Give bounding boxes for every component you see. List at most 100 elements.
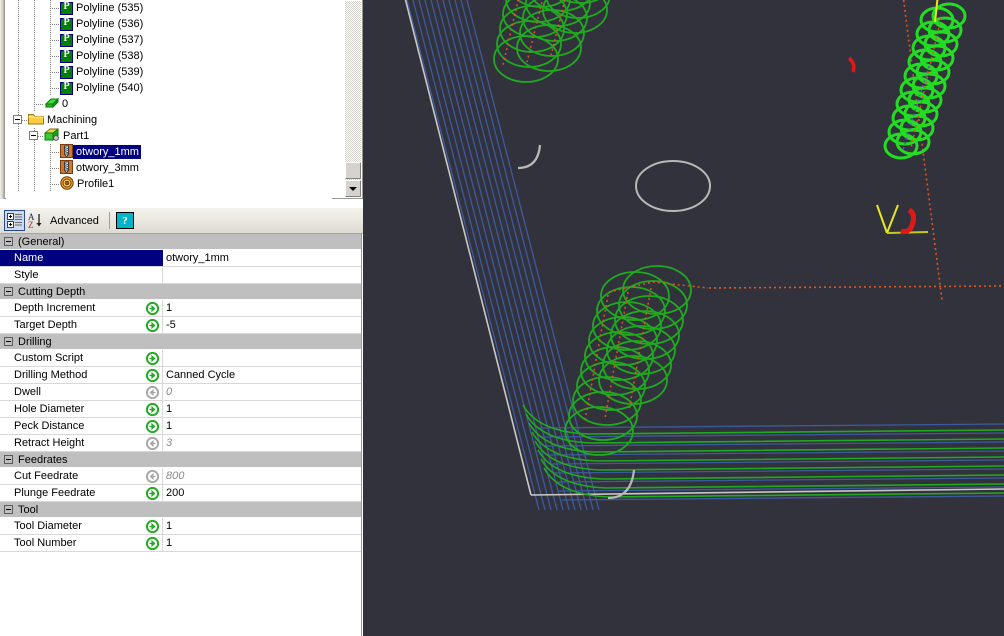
property-name-cell: Peck Distance	[0, 418, 163, 434]
tree-elbow	[34, 104, 43, 105]
tree-item[interactable]: Polyline (535)	[6, 0, 332, 16]
3d-toolpath-viewport[interactable]	[363, 0, 1004, 636]
tree-item-label: Polyline (536)	[76, 18, 144, 30]
tree-item[interactable]: otwory_3mm	[6, 159, 332, 176]
tree-item[interactable]: Polyline (539)	[6, 64, 332, 80]
property-value: 800	[166, 470, 185, 482]
property-label: Custom Script	[14, 352, 84, 364]
property-name-cell: Depth Increment	[0, 300, 163, 316]
tree-guide-line	[34, 0, 35, 16]
category-collapse-icon[interactable]	[4, 287, 13, 296]
model-tree[interactable]: Polyline (535) Polyline (536) Polyline (53…	[6, 0, 332, 199]
property-row[interactable]: Peck Distance 1	[0, 418, 361, 435]
property-value-cell[interactable]: 1	[163, 535, 361, 551]
property-name-cell: Drilling Method	[0, 367, 163, 383]
property-row[interactable]: Retract Height 3	[0, 435, 361, 452]
property-value-cell[interactable]: 1	[163, 300, 361, 316]
property-name-cell: Style	[0, 267, 163, 283]
category-label: Drilling	[18, 335, 52, 348]
tree-item[interactable]: Polyline (537)	[6, 32, 332, 48]
tree-item[interactable]: otwory_1mm	[6, 143, 332, 160]
property-category-row[interactable]: Feedrates	[0, 452, 361, 468]
override-marker-icon[interactable]	[145, 368, 160, 383]
property-row[interactable]: Dwell 0	[0, 384, 361, 401]
property-row[interactable]: Name otwory_1mm	[0, 250, 361, 267]
inherited-marker-icon[interactable]	[145, 436, 160, 451]
tree-item-label: Machining	[47, 114, 98, 126]
property-value-cell[interactable]: Canned Cycle	[163, 367, 361, 383]
inherited-marker-icon[interactable]	[145, 385, 160, 400]
tree-guide-line	[18, 0, 19, 16]
property-row[interactable]: Target Depth -5	[0, 317, 361, 334]
property-row[interactable]: Tool Number 1	[0, 535, 361, 552]
property-row[interactable]: Plunge Feedrate 200	[0, 485, 361, 502]
property-category-row[interactable]: Drilling	[0, 334, 361, 350]
category-label: Feedrates	[18, 453, 68, 466]
tree-item-label: 0	[62, 98, 69, 110]
property-row[interactable]: Depth Increment 1	[0, 300, 361, 317]
category-label: Tool	[18, 503, 39, 516]
property-value-cell[interactable]	[163, 267, 361, 283]
property-value-cell[interactable]: -5	[163, 317, 361, 333]
category-collapse-icon[interactable]	[4, 505, 13, 514]
tree-item[interactable]: Polyline (540)	[6, 80, 332, 96]
property-value-cell[interactable]	[163, 350, 361, 366]
property-value-cell[interactable]: 3	[163, 435, 361, 451]
property-category-row[interactable]: (General)	[0, 234, 361, 250]
tree-scrollbar-thumb[interactable]	[345, 162, 361, 179]
tree-expander-7[interactable]	[13, 115, 22, 124]
override-marker-icon[interactable]	[145, 419, 160, 434]
tree-expander-8[interactable]	[29, 131, 38, 140]
tree-elbow	[50, 168, 59, 169]
tree-item[interactable]: Polyline (538)	[6, 48, 332, 64]
tree-elbow	[50, 40, 59, 41]
model-tree-panel: Polyline (535) Polyline (536) Polyline (53…	[0, 0, 363, 199]
tree-item[interactable]: Machining	[6, 112, 332, 128]
tree-item[interactable]: Profile1	[6, 175, 332, 193]
property-grid-empty-area	[0, 552, 361, 636]
property-row[interactable]: Drilling Method Canned Cycle	[0, 367, 361, 384]
property-value-cell[interactable]: 800	[163, 468, 361, 484]
property-grid[interactable]: (General) Name otwory_1mm Style Cutting Dept…	[0, 234, 362, 636]
property-row[interactable]: Style	[0, 267, 361, 284]
override-marker-icon[interactable]	[145, 486, 160, 501]
tree-guide-line	[34, 144, 35, 160]
tree-item[interactable]: 0	[6, 96, 332, 112]
category-collapse-icon[interactable]	[4, 337, 13, 346]
tree-elbow	[50, 8, 59, 9]
inherited-marker-icon[interactable]	[145, 469, 160, 484]
property-value-cell[interactable]: 0	[163, 384, 361, 400]
property-value: 1	[166, 302, 173, 314]
override-marker-icon[interactable]	[145, 318, 160, 333]
tree-item[interactable]: Polyline (536)	[6, 16, 332, 32]
categorized-view-button[interactable]	[4, 210, 25, 231]
property-row[interactable]: Tool Diameter 1	[0, 518, 361, 535]
category-collapse-icon[interactable]	[4, 237, 13, 246]
override-marker-icon[interactable]	[145, 351, 160, 366]
help-button[interactable]: ?	[115, 212, 134, 229]
property-value-cell[interactable]: 200	[163, 485, 361, 501]
override-marker-icon[interactable]	[145, 402, 160, 417]
override-marker-icon[interactable]	[145, 519, 160, 534]
property-value-cell[interactable]: otwory_1mm	[163, 250, 361, 266]
category-collapse-icon[interactable]	[4, 455, 13, 464]
property-value-cell[interactable]: 1	[163, 401, 361, 417]
tree-item[interactable]: Part1	[6, 127, 332, 144]
property-name-cell: Custom Script	[0, 350, 163, 366]
tree-vertical-scrollbar[interactable]	[345, 1, 361, 197]
property-row[interactable]: Hole Diameter 1	[0, 401, 361, 418]
property-value-cell[interactable]: 1	[163, 418, 361, 434]
property-category-row[interactable]: Tool	[0, 502, 361, 518]
override-marker-icon[interactable]	[145, 536, 160, 551]
profile-icon	[60, 175, 74, 193]
tree-scrollbar-down-arrow-icon[interactable]	[345, 180, 361, 197]
property-row[interactable]: Cut Feedrate 800	[0, 468, 361, 485]
tree-item-label: Polyline (538)	[76, 50, 144, 62]
override-marker-icon[interactable]	[145, 301, 160, 316]
property-value-cell[interactable]: 1	[163, 518, 361, 534]
property-row[interactable]: Custom Script	[0, 350, 361, 367]
property-category-row[interactable]: Cutting Depth	[0, 284, 361, 300]
alphabetical-sort-button[interactable]: A Z	[25, 210, 46, 231]
property-name-cell: Hole Diameter	[0, 401, 163, 417]
tree-guide-line	[34, 80, 35, 96]
